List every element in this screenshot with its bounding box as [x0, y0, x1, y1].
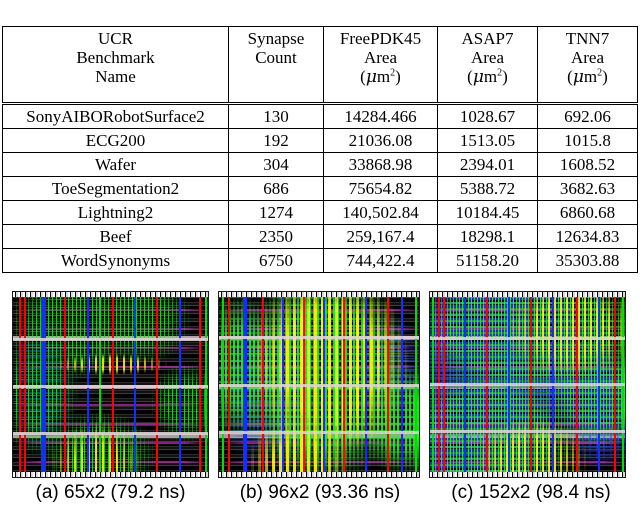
- table-cell-tnn7: 12634.83: [537, 224, 638, 249]
- header-line: Name: [95, 67, 136, 87]
- row-separator-band: [430, 383, 625, 386]
- table-body: SonyAIBORobotSurface2 130 14284.466 1028.67…: [2, 103, 638, 273]
- column-header-benchmark: UCR Benchmark Name: [2, 26, 229, 105]
- table-cell-asap7: 18298.1: [437, 224, 538, 249]
- figure-caption-row: (a) 65x2 (79.2 ns) (b) 96x2 (93.36 ns) (…: [0, 482, 640, 514]
- table-header-row: UCR Benchmark Name Synapse Count FreePDK…: [2, 26, 638, 105]
- table-cell-freepdk45: 75654.82: [323, 176, 438, 201]
- table-cell-asap7: 10184.45: [437, 200, 538, 225]
- table-cell-freepdk45: 33868.98: [323, 152, 438, 177]
- row-separator-band: [430, 430, 625, 433]
- table-cell-asap7: 5388.72: [437, 176, 538, 201]
- column-header-freepdk45-area: FreePDK45 Area (μm2): [323, 26, 438, 105]
- table-cell-tnn7: 1608.52: [537, 152, 638, 177]
- row-separator-band: [13, 385, 208, 388]
- panel-bottom-edge: [13, 472, 208, 477]
- benchmark-area-table: UCR Benchmark Name Synapse Count FreePDK…: [2, 26, 638, 273]
- row-separator-band: [219, 336, 419, 339]
- chip-layout-image-b: [218, 291, 420, 478]
- table-cell-synapses: 130: [228, 103, 324, 129]
- table-row: SonyAIBORobotSurface2 130 14284.466 1028.67…: [2, 103, 638, 129]
- panel-bottom-edge: [219, 472, 419, 477]
- row-separator-band: [219, 431, 419, 434]
- panel-top-edge: [13, 292, 208, 297]
- table-cell-synapses: 304: [228, 152, 324, 177]
- table-cell-freepdk45: 14284.466: [323, 103, 438, 129]
- table-row: Wafer 304 33868.98 2394.01 1608.52: [2, 152, 638, 177]
- table-cell-benchmark: ECG200: [2, 128, 229, 153]
- table-row: Lightning2 1274 140,502.84 10184.45 6860.68: [2, 200, 638, 225]
- table-cell-tnn7: 35303.88: [537, 248, 638, 273]
- header-line: Area: [570, 48, 605, 68]
- chip-layout-image-c: [429, 291, 626, 478]
- header-line: UCR: [98, 29, 133, 48]
- header-line: Area: [363, 48, 398, 68]
- header-line: Benchmark: [76, 48, 155, 68]
- table-cell-freepdk45: 259,167.4: [323, 224, 438, 249]
- table-cell-freepdk45: 744,422.4: [323, 248, 438, 273]
- header-units: (μm2): [467, 67, 508, 88]
- panel-bottom-edge: [430, 472, 625, 477]
- table-cell-benchmark: Lightning2: [2, 200, 229, 225]
- column-header-asap7-area: ASAP7 Area (μm2): [437, 26, 538, 105]
- table-cell-synapses: 192: [228, 128, 324, 153]
- table-cell-tnn7: 692.06: [537, 103, 638, 129]
- panel-top-edge: [430, 292, 625, 297]
- header-line: FreePDK45: [339, 29, 422, 48]
- header-line: Synapse: [247, 29, 305, 48]
- row-separator-band: [430, 337, 625, 340]
- figure-caption-c: (c) 152x2 (98.4 ns): [451, 482, 611, 503]
- table-cell-asap7: 1028.67: [437, 103, 538, 129]
- table-cell-synapses: 686: [228, 176, 324, 201]
- figure-caption-b: (b) 96x2 (93.36 ns): [239, 482, 401, 503]
- table-cell-asap7: 1513.05: [437, 128, 538, 153]
- table-cell-synapses: 1274: [228, 200, 324, 225]
- figure-caption-a: (a) 65x2 (79.2 ns): [35, 482, 186, 503]
- chip-layout-image-a: [12, 291, 209, 478]
- table-cell-benchmark: Wafer: [2, 152, 229, 177]
- table-row: ECG200 192 21036.08 1513.05 1015.8: [2, 128, 638, 153]
- row-separator-band: [219, 384, 419, 387]
- table-cell-synapses: 2350: [228, 224, 324, 249]
- table-cell-asap7: 2394.01: [437, 152, 538, 177]
- row-separator-band: [13, 338, 208, 341]
- table-cell-benchmark: Beef: [2, 224, 229, 249]
- header-units: (μm2): [567, 67, 608, 88]
- table-row: ToeSegmentation2 686 75654.82 5388.72 3682.6…: [2, 176, 638, 201]
- table-cell-benchmark: WordSynonyms: [2, 248, 229, 273]
- header-line: ASAP7: [461, 29, 514, 48]
- header-line: Area: [470, 48, 505, 68]
- table-cell-freepdk45: 21036.08: [323, 128, 438, 153]
- panel-top-edge: [219, 292, 419, 297]
- table-cell-synapses: 6750: [228, 248, 324, 273]
- table-cell-asap7: 51158.20: [437, 248, 538, 273]
- layout-figure-row: [0, 291, 640, 478]
- table-header: UCR Benchmark Name Synapse Count FreePDK…: [2, 26, 638, 105]
- table-cell-freepdk45: 140,502.84: [323, 200, 438, 225]
- column-header-tnn7-area: TNN7 Area (μm2): [537, 26, 638, 105]
- table-cell-benchmark: SonyAIBORobotSurface2: [2, 103, 229, 129]
- table-cell-benchmark: ToeSegmentation2: [2, 176, 229, 201]
- table-row: Beef 2350 259,167.4 18298.1 12634.83: [2, 224, 638, 249]
- table-cell-tnn7: 3682.63: [537, 176, 638, 201]
- table-cell-tnn7: 1015.8: [537, 128, 638, 153]
- header-units: (μm2): [360, 67, 401, 88]
- row-separator-band: [13, 432, 208, 435]
- header-line: TNN7: [565, 29, 610, 48]
- table-row: WordSynonyms 6750 744,422.4 51158.20 35303.8…: [2, 248, 638, 273]
- header-line: Count: [255, 48, 297, 68]
- table-cell-tnn7: 6860.68: [537, 200, 638, 225]
- column-header-synapse-count: Synapse Count: [228, 26, 324, 105]
